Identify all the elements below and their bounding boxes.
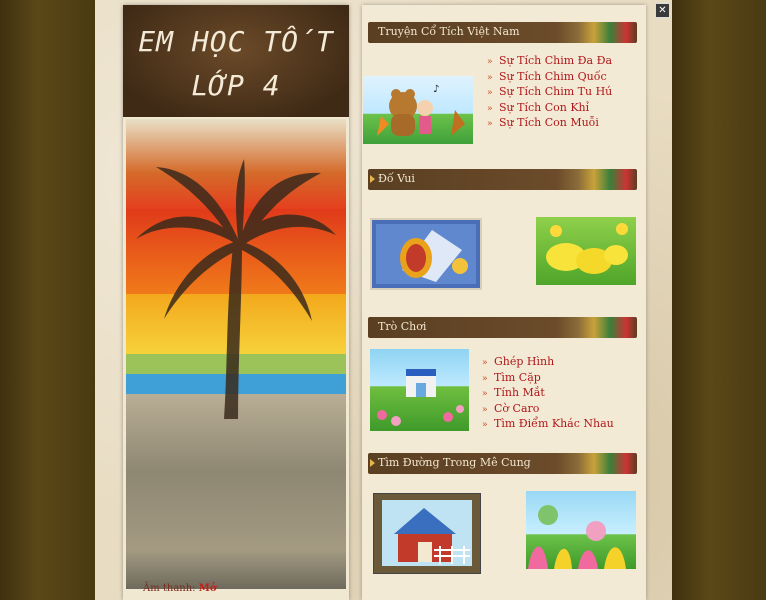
left-banner: EM HỌC TỐT LỚP 4 Âm thanh: Mở [123,5,349,600]
maze-thumbnail-2[interactable] [526,491,636,569]
site-title-block: EM HỌC TỐT LỚP 4 [123,5,349,117]
maze-thumbnail-1[interactable] [373,493,481,574]
arrow-marker-icon [370,459,375,467]
fairy-tale-thumbnail[interactable]: ♪ [363,76,473,144]
section-title: Truyện Cổ Tích Việt Nam [378,25,520,38]
section-title: Tìm Đường Trong Mê Cung [378,456,531,469]
arrow-right-icon: » [482,405,488,415]
arrow-right-icon: » [487,119,493,129]
svg-text:♪: ♪ [433,84,439,95]
sound-value[interactable]: Mở [199,583,217,594]
arrow-right-icon: » [482,389,488,399]
game-link-5[interactable]: » Tìm Điểm Khác Nhau [482,417,614,430]
arrow-right-icon: » [487,57,493,67]
section-header-trochoi: Trò Chơi [368,317,637,338]
story-link-2[interactable]: » Sự Tích Chim Quốc [487,70,607,83]
arrow-right-icon: » [487,88,493,98]
story-link-1[interactable]: » Sự Tích Chim Đa Đa [487,54,612,67]
story-link-3[interactable]: » Sự Tích Chim Tu Hú [487,85,612,98]
arrow-right-icon: » [482,374,488,384]
background-left [0,0,95,600]
background-right [672,0,766,600]
quiz-thumbnail-2[interactable] [536,217,636,285]
story-link-4[interactable]: » Sự Tích Con Khỉ [487,101,589,114]
section-header-mecung: Tìm Đường Trong Mê Cung [368,453,637,474]
game-link-1[interactable]: » Ghép Hình [482,355,554,368]
arrow-right-icon: » [487,73,493,83]
quiz-thumbnail-1[interactable] [370,218,482,290]
section-title: Trò Chơi [378,320,427,333]
palm-tree-artwork [126,119,346,589]
site-title-line1: EM HỌC TỐT [138,25,334,58]
palm-tree-icon [136,159,336,419]
arrow-right-icon: » [482,358,488,368]
section-title: Đố Vui [378,172,415,185]
game-link-2[interactable]: » Tìm Cặp [482,371,541,384]
game-link-4[interactable]: » Cờ Caro [482,402,539,415]
arrow-right-icon: » [482,420,488,430]
close-button[interactable]: ✕ [655,3,670,18]
game-link-3[interactable]: » Tính Mắt [482,386,545,399]
sound-toggle[interactable]: Âm thanh: Mở [143,583,217,594]
game-thumbnail[interactable] [370,349,469,431]
section-header-dovui: Đố Vui [368,169,637,190]
arrow-marker-icon [370,175,375,183]
site-title-line2: LỚP 4 [191,69,281,102]
sound-label: Âm thanh: [143,583,196,594]
section-header-truyen: Truyện Cổ Tích Việt Nam [368,22,637,43]
story-link-5[interactable]: » Sự Tích Con Muỗi [487,116,599,129]
arrow-right-icon: » [487,104,493,114]
